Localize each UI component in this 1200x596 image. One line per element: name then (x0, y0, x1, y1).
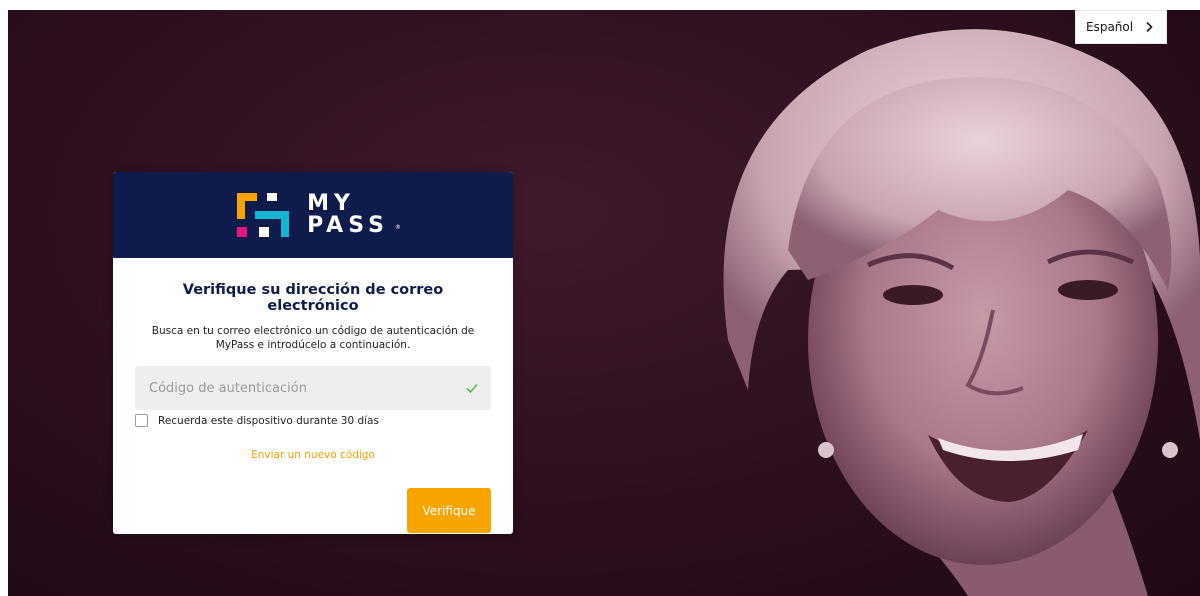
logo-line-2: PASS (307, 213, 389, 238)
resend-code-link[interactable]: Enviar un nuevo código (251, 449, 375, 461)
logo-line-1: MY (307, 191, 355, 216)
check-icon (466, 383, 478, 394)
auth-code-field (135, 366, 491, 410)
remember-device-row: Recuerda este dispositivo durante 30 día… (135, 414, 491, 427)
remember-device-label: Recuerda este dispositivo durante 30 día… (158, 414, 379, 427)
auth-code-input[interactable] (135, 366, 491, 410)
background-stage: MY PASS ® Verifique su dirección de corr… (8, 10, 1200, 596)
card-body: Verifique su dirección de correo electró… (113, 282, 513, 533)
instructions-text: Busca en tu correo electrónico un código… (151, 325, 475, 351)
chevron-right-icon (1146, 21, 1153, 33)
language-selector-button[interactable]: Español (1075, 10, 1167, 44)
language-label: Español (1086, 20, 1134, 34)
page-title: Verifique su dirección de correo electró… (182, 282, 444, 314)
verify-card: MY PASS ® Verifique su dirección de corr… (113, 172, 513, 534)
mypass-logo-text: MY PASS ® (307, 191, 401, 238)
card-header: MY PASS ® (113, 172, 513, 258)
button-row: Verifique (135, 488, 491, 533)
mypass-logo-icon (237, 193, 290, 237)
registered-mark: ® (394, 224, 401, 231)
remember-device-checkbox[interactable] (135, 414, 148, 427)
verify-button[interactable]: Verifique (407, 488, 491, 533)
